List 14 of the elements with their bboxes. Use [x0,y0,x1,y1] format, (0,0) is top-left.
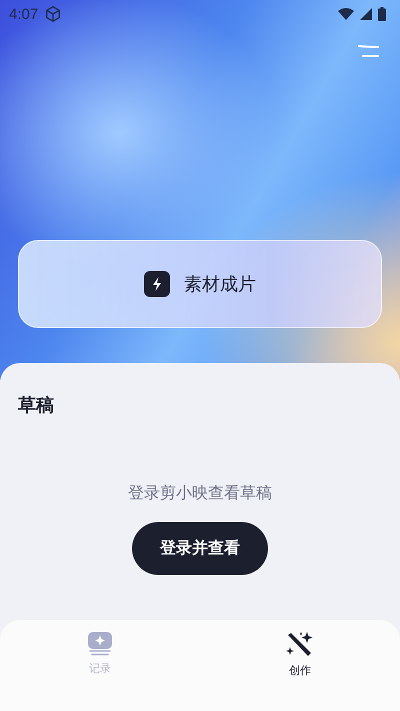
battery-icon [378,7,386,21]
cube-icon [44,5,62,23]
wifi-icon [338,8,354,20]
feature-card-button[interactable]: 素材成片 [18,240,382,328]
record-icon [87,632,113,656]
login-button[interactable]: 登录并查看 [132,522,268,575]
nav-tab[interactable]: 创作 [200,620,400,711]
signal-icon [360,8,372,20]
section-title: 草稿 [18,394,54,417]
login-message: 登录剪小映查看草稿 [128,483,272,504]
lightning-icon [144,271,170,297]
magic-wand-icon [286,632,314,658]
status-time: 4:07 [9,6,38,22]
menu-icon[interactable] [357,45,379,57]
